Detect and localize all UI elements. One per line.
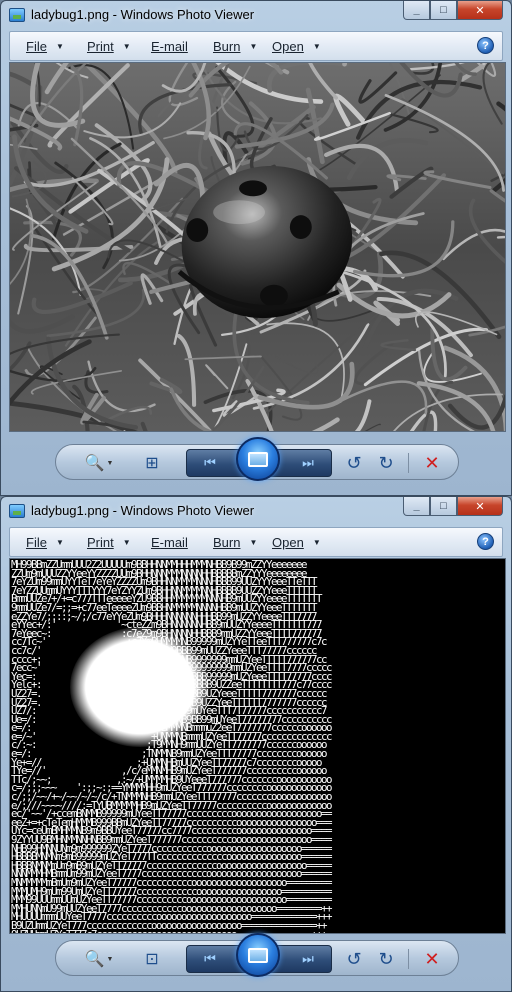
maximize-button[interactable]: □ [430,1,457,20]
ascii-art-image: MH99BBmZZUmmUUU2Z2UUUUUm9BBHHNNMMHHHMMMN… [10,559,505,933]
magnifier-icon: 🔍 [84,455,105,472]
slideshow-icon [248,451,268,467]
slideshow-button[interactable] [236,437,280,481]
menu-print-label: Print [87,535,114,550]
image-viewport[interactable] [9,62,506,432]
minimize-button[interactable]: _ [403,497,430,516]
previous-icon: ⏮ [204,455,216,470]
chevron-down-icon: ▼ [249,538,258,547]
toolbar-divider [408,453,409,473]
close-button[interactable]: ✕ [457,1,503,20]
delete-button[interactable]: ✕ [420,451,444,475]
photo-viewer-window-ascii: ladybug1.png - Windows Photo Viewer _ □ … [0,496,512,992]
zoom-button[interactable]: 🔍 ▼ [82,451,116,475]
fit-to-window-button[interactable]: ⊡ [140,947,164,971]
delete-icon: ✕ [424,452,440,473]
window-title: ladybug1.png - Windows Photo Viewer [31,7,255,22]
rotate-cw-icon: ↻ [378,948,394,969]
previous-button[interactable]: ⏮ [195,454,225,472]
chevron-down-icon: ▼ [249,42,258,51]
rotate-right-button[interactable]: ↻ [374,947,398,971]
actual-size-button[interactable]: ⊞ [140,451,164,475]
next-button[interactable]: ⏭ [293,950,323,968]
previous-icon: ⏮ [204,951,216,966]
menu-burn-label: Burn [213,39,241,54]
menu-open[interactable]: Open ▼ [272,39,321,54]
viewer-toolbar: 🔍 ▼ ⊞ ⏮ ⏭ ↺ ↻ ✕ [55,437,459,481]
photo-viewer-app-icon[interactable] [9,504,25,518]
chevron-down-icon: ▼ [106,955,114,963]
fit-to-window-icon: ⊡ [145,951,159,968]
rotate-left-button[interactable]: ↺ [342,451,366,475]
title-bar[interactable]: ladybug1.png - Windows Photo Viewer _ □ … [1,1,511,29]
menu-burn[interactable]: Burn ▼ [213,39,257,54]
caption-buttons: _ □ ✕ [403,497,503,517]
menu-email-label: E-mail [151,535,188,550]
help-icon[interactable]: ? [477,533,494,550]
chevron-down-icon: ▼ [106,459,114,467]
magnifier-icon: 🔍 [84,951,105,968]
window-title: ladybug1.png - Windows Photo Viewer [31,503,255,518]
rotate-right-button[interactable]: ↻ [374,451,398,475]
actual-size-icon: ⊞ [145,455,159,472]
menu-open-label: Open [272,39,304,54]
ladybug-photo [10,63,505,431]
chevron-down-icon: ▼ [312,538,321,547]
slideshow-button[interactable] [236,933,280,977]
chevron-down-icon: ▼ [122,42,131,51]
image-viewport[interactable]: MH99BBmZZUmmUUU2Z2UUUUUm9BBHHNNMMHHHMMMN… [9,558,506,934]
menu-burn-label: Burn [213,535,241,550]
menu-file-label: File [26,535,47,550]
menu-file[interactable]: File ▼ [26,535,64,550]
chevron-down-icon: ▼ [55,538,64,547]
viewer-toolbar: 🔍 ▼ ⊡ ⏮ ⏭ ↺ ↻ ✕ [55,933,459,977]
title-bar[interactable]: ladybug1.png - Windows Photo Viewer _ □ … [1,497,511,525]
rotate-cw-icon: ↻ [378,452,394,473]
command-bar: File ▼ Print ▼ E-mail Burn ▼ Open ▼ ? [9,31,503,61]
next-button[interactable]: ⏭ [293,454,323,472]
chevron-down-icon: ▼ [312,42,321,51]
slideshow-icon [248,947,268,963]
menu-print[interactable]: Print ▼ [87,535,131,550]
photo-viewer-window: ladybug1.png - Windows Photo Viewer _ □ … [0,0,512,496]
minimize-button[interactable]: _ [403,1,430,20]
next-icon: ⏭ [302,951,314,966]
ascii-highlight [70,627,210,747]
previous-button[interactable]: ⏮ [195,950,225,968]
menu-file[interactable]: File ▼ [26,39,64,54]
photo-viewer-app-icon[interactable] [9,8,25,22]
menu-email-label: E-mail [151,39,188,54]
delete-icon: ✕ [424,948,440,969]
help-icon[interactable]: ? [477,37,494,54]
menu-open[interactable]: Open ▼ [272,535,321,550]
rotate-left-button[interactable]: ↺ [342,947,366,971]
toolbar-divider [408,949,409,969]
next-icon: ⏭ [302,455,314,470]
menu-open-label: Open [272,535,304,550]
menu-print-label: Print [87,39,114,54]
chevron-down-icon: ▼ [55,42,64,51]
menu-email[interactable]: E-mail [151,39,188,54]
menu-file-label: File [26,39,47,54]
maximize-button[interactable]: □ [430,497,457,516]
caption-buttons: _ □ ✕ [403,1,503,21]
chevron-down-icon: ▼ [122,538,131,547]
close-button[interactable]: ✕ [457,497,503,516]
delete-button[interactable]: ✕ [420,947,444,971]
menu-burn[interactable]: Burn ▼ [213,535,257,550]
menu-email[interactable]: E-mail [151,535,188,550]
command-bar: File ▼ Print ▼ E-mail Burn ▼ Open ▼ ? [9,527,503,557]
zoom-button[interactable]: 🔍 ▼ [82,947,116,971]
rotate-ccw-icon: ↺ [346,452,362,473]
menu-print[interactable]: Print ▼ [87,39,131,54]
rotate-ccw-icon: ↺ [346,948,362,969]
